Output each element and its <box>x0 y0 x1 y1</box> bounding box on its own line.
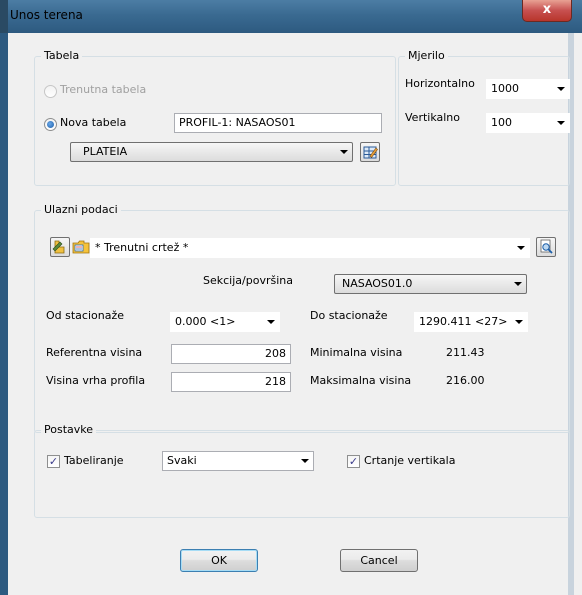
edit-table-icon <box>363 146 378 159</box>
ulazni-podaci-legend: Ulazni podaci <box>41 203 121 216</box>
od-stacionaze-select[interactable]: 0.000 <1> <box>170 312 280 332</box>
nova-tabela-label: Nova tabela <box>60 116 127 129</box>
do-stacionaze-label: Do stacionaže <box>310 309 388 322</box>
referentna-visina-input[interactable]: 208 <box>171 344 291 364</box>
ok-button[interactable]: OK <box>180 549 258 572</box>
sekcija-value: NASAOS01.0 <box>342 277 413 290</box>
pick-drawing-button[interactable] <box>50 237 70 257</box>
od-stacionaze-value: 0.000 <1> <box>175 315 236 328</box>
do-stacionaze-value: 1290.411 <27> <box>419 315 508 328</box>
nova-tabela-radio[interactable] <box>44 118 57 131</box>
cancel-button[interactable]: Cancel <box>340 549 418 572</box>
folder-icon <box>72 240 90 254</box>
chevron-down-icon <box>267 320 275 324</box>
tabela-style-select[interactable]: PLATEIA <box>70 142 353 162</box>
vertikalno-label: Vertikalno <box>405 111 461 124</box>
browse-button[interactable] <box>536 237 556 257</box>
tabeliranje-checkbox[interactable]: ✓ <box>47 455 60 468</box>
tabeliranje-label: Tabeliranje <box>64 454 124 467</box>
sekcija-select[interactable]: NASAOS01.0 <box>334 274 527 294</box>
chevron-down-icon <box>557 87 565 91</box>
nova-tabela-input[interactable]: PROFIL-1: NASAOS01 <box>174 113 382 133</box>
od-stacionaze-label: Od stacionaže <box>46 309 125 322</box>
mjerilo-legend: Mjerilo <box>405 49 448 62</box>
trenutna-tabela-label: Trenutna tabela <box>60 83 147 96</box>
tabela-legend: Tabela <box>41 49 83 62</box>
source-drawing-value: * Trenutni crtež * <box>95 241 189 254</box>
tabela-style-value: PLATEIA <box>83 145 128 158</box>
check-icon: ✓ <box>348 455 359 468</box>
dialog-content: Tabela Trenutna tabela Nova tabela PROFI… <box>8 33 570 595</box>
close-button[interactable]: x <box>522 0 572 22</box>
sekcija-label: Sekcija/površina <box>203 274 293 287</box>
edit-table-button[interactable] <box>360 142 380 162</box>
vertikalno-value: 100 <box>491 116 512 129</box>
horizontalno-select[interactable]: 1000 <box>486 79 570 99</box>
do-stacionaze-select[interactable]: 1290.411 <27> <box>414 312 528 332</box>
window-frame-left <box>0 33 8 595</box>
maksimalna-visina-label: Maksimalna visina <box>310 374 412 387</box>
referentna-visina-label: Referentna visina <box>46 346 143 359</box>
chevron-down-icon <box>301 459 309 463</box>
postavke-group: Postavke <box>34 423 570 518</box>
browse-icon <box>540 239 553 254</box>
window-title: Unos terena <box>10 8 83 22</box>
postavke-legend: Postavke <box>41 423 97 436</box>
close-icon: x <box>542 2 552 17</box>
minimalna-visina-value: 211.43 <box>446 346 485 359</box>
trenutna-tabela-radio[interactable] <box>44 85 57 98</box>
horizontalno-value: 1000 <box>491 82 519 95</box>
crtanje-vertikala-label: Crtanje vertikala <box>364 454 456 467</box>
svaki-value: Svaki <box>167 454 197 467</box>
chevron-down-icon <box>514 282 522 286</box>
crtanje-vertikala-checkbox[interactable]: ✓ <box>347 455 360 468</box>
source-drawing-select[interactable]: * Trenutni crtež * <box>90 238 530 258</box>
chevron-down-icon <box>517 246 525 250</box>
visina-vrha-input[interactable]: 218 <box>171 372 291 392</box>
minimalna-visina-label: Minimalna visina <box>310 346 403 359</box>
pick-drawing-icon <box>52 240 65 254</box>
visina-vrha-label: Visina vrha profila <box>46 374 146 387</box>
chevron-down-icon <box>515 320 523 324</box>
vertikalno-select[interactable]: 100 <box>486 113 570 133</box>
maksimalna-visina-value: 216.00 <box>446 374 485 387</box>
svaki-select[interactable]: Svaki <box>162 451 314 471</box>
check-icon: ✓ <box>48 455 59 468</box>
title-bar[interactable]: Unos terena x <box>8 0 582 33</box>
chevron-down-icon <box>340 150 348 154</box>
horizontalno-label: Horizontalno <box>405 77 475 90</box>
chevron-down-icon <box>557 121 565 125</box>
